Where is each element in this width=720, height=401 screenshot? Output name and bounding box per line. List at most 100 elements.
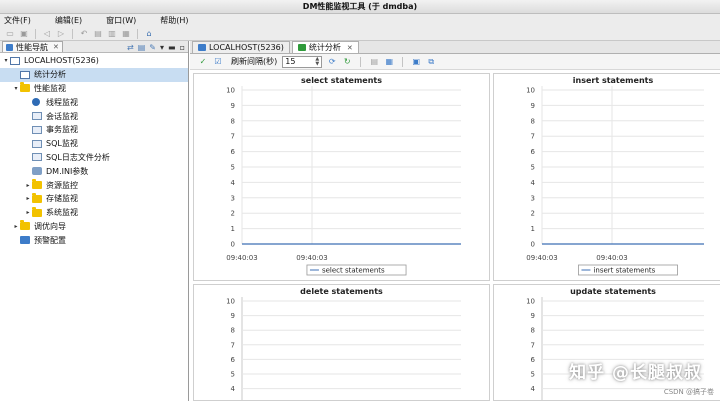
tree-item[interactable]: 会话监视 bbox=[0, 109, 188, 123]
y-tick-label: 8 bbox=[231, 117, 235, 125]
chart-svg: delete statements 4 5 6 7 8 9 10 bbox=[226, 287, 461, 400]
minimize-icon[interactable]: ▬ bbox=[168, 43, 176, 52]
folder-icon bbox=[20, 220, 30, 231]
log-icon bbox=[32, 153, 42, 162]
chart-insert-statements: insert statements 0 1 2 3 4 5 6 7 8 9 10 09:40:03 09:… bbox=[493, 73, 720, 281]
chart-delete-statements: delete statements 4 5 6 7 8 9 10 bbox=[193, 284, 490, 401]
tree-item[interactable]: SQL日志文件分析 bbox=[0, 151, 188, 165]
table-icon[interactable]: ▦ bbox=[384, 57, 394, 67]
tree-item[interactable]: DM.INI参数 bbox=[0, 164, 188, 178]
forward-icon[interactable]: ▷ bbox=[55, 28, 67, 39]
cascade-icon[interactable]: ⧉ bbox=[426, 57, 436, 67]
y-tick-label: 8 bbox=[231, 327, 235, 335]
tree-item[interactable]: 统计分析 bbox=[0, 67, 188, 82]
performance-navigator-panel: 性能导航 ✕ ⇄ ▤ ✎ ▾ ▬ ▫ ▾ LOCALHOST(5236) 统计分析 ▾… bbox=[0, 41, 189, 401]
y-tick-label: 6 bbox=[231, 356, 236, 364]
nav-tab[interactable]: 性能导航 ✕ bbox=[2, 41, 63, 52]
copy-icon[interactable]: ▤ bbox=[92, 28, 104, 39]
expanded-arrow-icon[interactable]: ▾ bbox=[2, 57, 10, 64]
x-tick-label: 09:40:03 bbox=[526, 254, 557, 262]
collapse-icon[interactable]: ▤ bbox=[138, 43, 146, 52]
collapsed-arrow-icon[interactable]: ▸ bbox=[12, 223, 20, 230]
alarm-config-icon bbox=[20, 236, 30, 245]
tree-item-label: SQL日志文件分析 bbox=[46, 152, 110, 162]
nav-tab-label: 性能导航 bbox=[16, 42, 48, 52]
tree-item[interactable]: ▸ 资源监控 bbox=[0, 178, 188, 192]
y-tick-label: 4 bbox=[231, 385, 236, 393]
main-toolbar: ▭ ▣ ◁ ▷ ↶ ▤ ▥ ▦ ⌂ bbox=[0, 27, 720, 41]
menu-file[interactable]: 文件(F) bbox=[0, 14, 37, 27]
close-icon[interactable]: ✕ bbox=[347, 44, 353, 52]
server-icon bbox=[198, 44, 206, 51]
tree-item-label: DM.INI参数 bbox=[46, 166, 89, 176]
tree-item[interactable]: ▸ 调优向导 bbox=[0, 220, 188, 234]
sql-icon bbox=[32, 139, 42, 148]
tree-item[interactable]: 预警配置 bbox=[0, 233, 188, 247]
y-tick-label: 8 bbox=[531, 117, 535, 125]
tree-item[interactable]: 线程监视 bbox=[0, 95, 188, 109]
collapsed-arrow-icon[interactable]: ▸ bbox=[24, 182, 32, 189]
collapsed-arrow-icon[interactable]: ▸ bbox=[24, 195, 32, 202]
tree-item-label: 预警配置 bbox=[34, 235, 66, 245]
back-icon[interactable]: ◁ bbox=[41, 28, 53, 39]
window-title: DM性能监视工具 (于 dmdba) bbox=[0, 0, 720, 14]
sync-icon[interactable]: ↻ bbox=[342, 57, 352, 67]
menu-window[interactable]: 窗口(W) bbox=[102, 14, 142, 27]
paste-icon[interactable]: ▥ bbox=[106, 28, 118, 39]
tree-item[interactable]: ▾ LOCALHOST(5236) bbox=[0, 54, 188, 68]
expanded-arrow-icon[interactable]: ▾ bbox=[12, 85, 20, 92]
refresh-icon[interactable]: ⟳ bbox=[327, 57, 337, 67]
export-icon[interactable]: ▤ bbox=[369, 57, 379, 67]
link-icon[interactable]: ⇄ bbox=[127, 43, 134, 52]
watermark: 知乎 @长腿叔叔 bbox=[569, 363, 702, 383]
menu-bar: 文件(F) 编辑(E) 窗口(W) 帮助(H) bbox=[0, 14, 720, 27]
menu-help[interactable]: 帮助(H) bbox=[156, 14, 194, 27]
chart-title: insert statements bbox=[573, 76, 654, 85]
tree-item-label: 性能监视 bbox=[34, 83, 66, 93]
interval-spinner[interactable]: 15 ▲ ▼ bbox=[282, 55, 323, 68]
tree-item[interactable]: ▸ 系统监视 bbox=[0, 206, 188, 220]
menu-edit[interactable]: 编辑(E) bbox=[51, 14, 88, 27]
y-tick-label: 9 bbox=[231, 102, 235, 110]
interval-label: 刷新间隔(秒) bbox=[231, 57, 278, 66]
tab-statistics[interactable]: 统计分析 ✕ bbox=[291, 41, 359, 53]
save-icon[interactable]: ▣ bbox=[18, 28, 30, 39]
toolbar-separator bbox=[402, 56, 404, 67]
new-icon[interactable]: ▭ bbox=[4, 28, 16, 39]
tree-item-label: SQL监视 bbox=[46, 139, 78, 149]
tile-icon[interactable]: ▣ bbox=[411, 57, 421, 67]
tree-item[interactable]: 事务监视 bbox=[0, 123, 188, 137]
tree-item-label: 线程监视 bbox=[46, 97, 78, 107]
view-menu-icon[interactable]: ▾ bbox=[160, 43, 164, 52]
start-icon[interactable]: ✓ bbox=[198, 57, 208, 67]
tree-item[interactable]: ▾ 性能监视 bbox=[0, 82, 188, 96]
maximize-icon[interactable]: ▫ bbox=[180, 43, 185, 52]
stop-icon[interactable]: ☑ bbox=[213, 57, 223, 67]
chart-svg: select statements 0 1 2 3 4 5 6 7 8 9 10 09:40:03 09:… bbox=[226, 76, 461, 276]
legend-label: select statements bbox=[322, 267, 385, 275]
y-tick-label: 3 bbox=[231, 194, 235, 202]
home-icon[interactable]: ⌂ bbox=[143, 28, 155, 39]
y-tick-label: 1 bbox=[531, 225, 535, 233]
y-tick-label: 7 bbox=[531, 341, 535, 349]
y-tick-label: 10 bbox=[526, 298, 535, 306]
app-window: DM性能监视工具 (于 dmdba) 文件(F) 编辑(E) 窗口(W) 帮助(… bbox=[0, 0, 720, 401]
folder-icon bbox=[32, 192, 42, 203]
spinner-arrows-icon[interactable]: ▲ ▼ bbox=[315, 56, 319, 67]
toolbar-separator bbox=[360, 56, 362, 67]
y-tick-label: 10 bbox=[226, 87, 235, 95]
undo-icon[interactable]: ↶ bbox=[78, 28, 90, 39]
y-tick-label: 5 bbox=[531, 164, 535, 172]
stats-toolbar: ✓ ☑ 刷新间隔(秒) 15 ▲ ▼ ⟳ ↻ ▤ ▦ ▣ ⧉ bbox=[190, 54, 720, 70]
tab-localhost[interactable]: LOCALHOST(5236) bbox=[192, 41, 290, 53]
y-tick-label: 5 bbox=[531, 371, 535, 379]
y-tick-label: 2 bbox=[531, 210, 535, 218]
y-tick-label: 10 bbox=[226, 298, 235, 306]
tree-item[interactable]: ▸ 存储监视 bbox=[0, 192, 188, 206]
navigation-tree: ▾ LOCALHOST(5236) 统计分析 ▾ 性能监视线程监视会话监视 事务监视 SQL… bbox=[0, 53, 188, 247]
new-connection-icon[interactable]: ✎ bbox=[149, 43, 156, 52]
close-icon[interactable]: ✕ bbox=[53, 43, 59, 51]
collapsed-arrow-icon[interactable]: ▸ bbox=[24, 209, 32, 216]
tree-item[interactable]: SQL监视 bbox=[0, 137, 188, 151]
print-icon[interactable]: ▦ bbox=[120, 28, 132, 39]
